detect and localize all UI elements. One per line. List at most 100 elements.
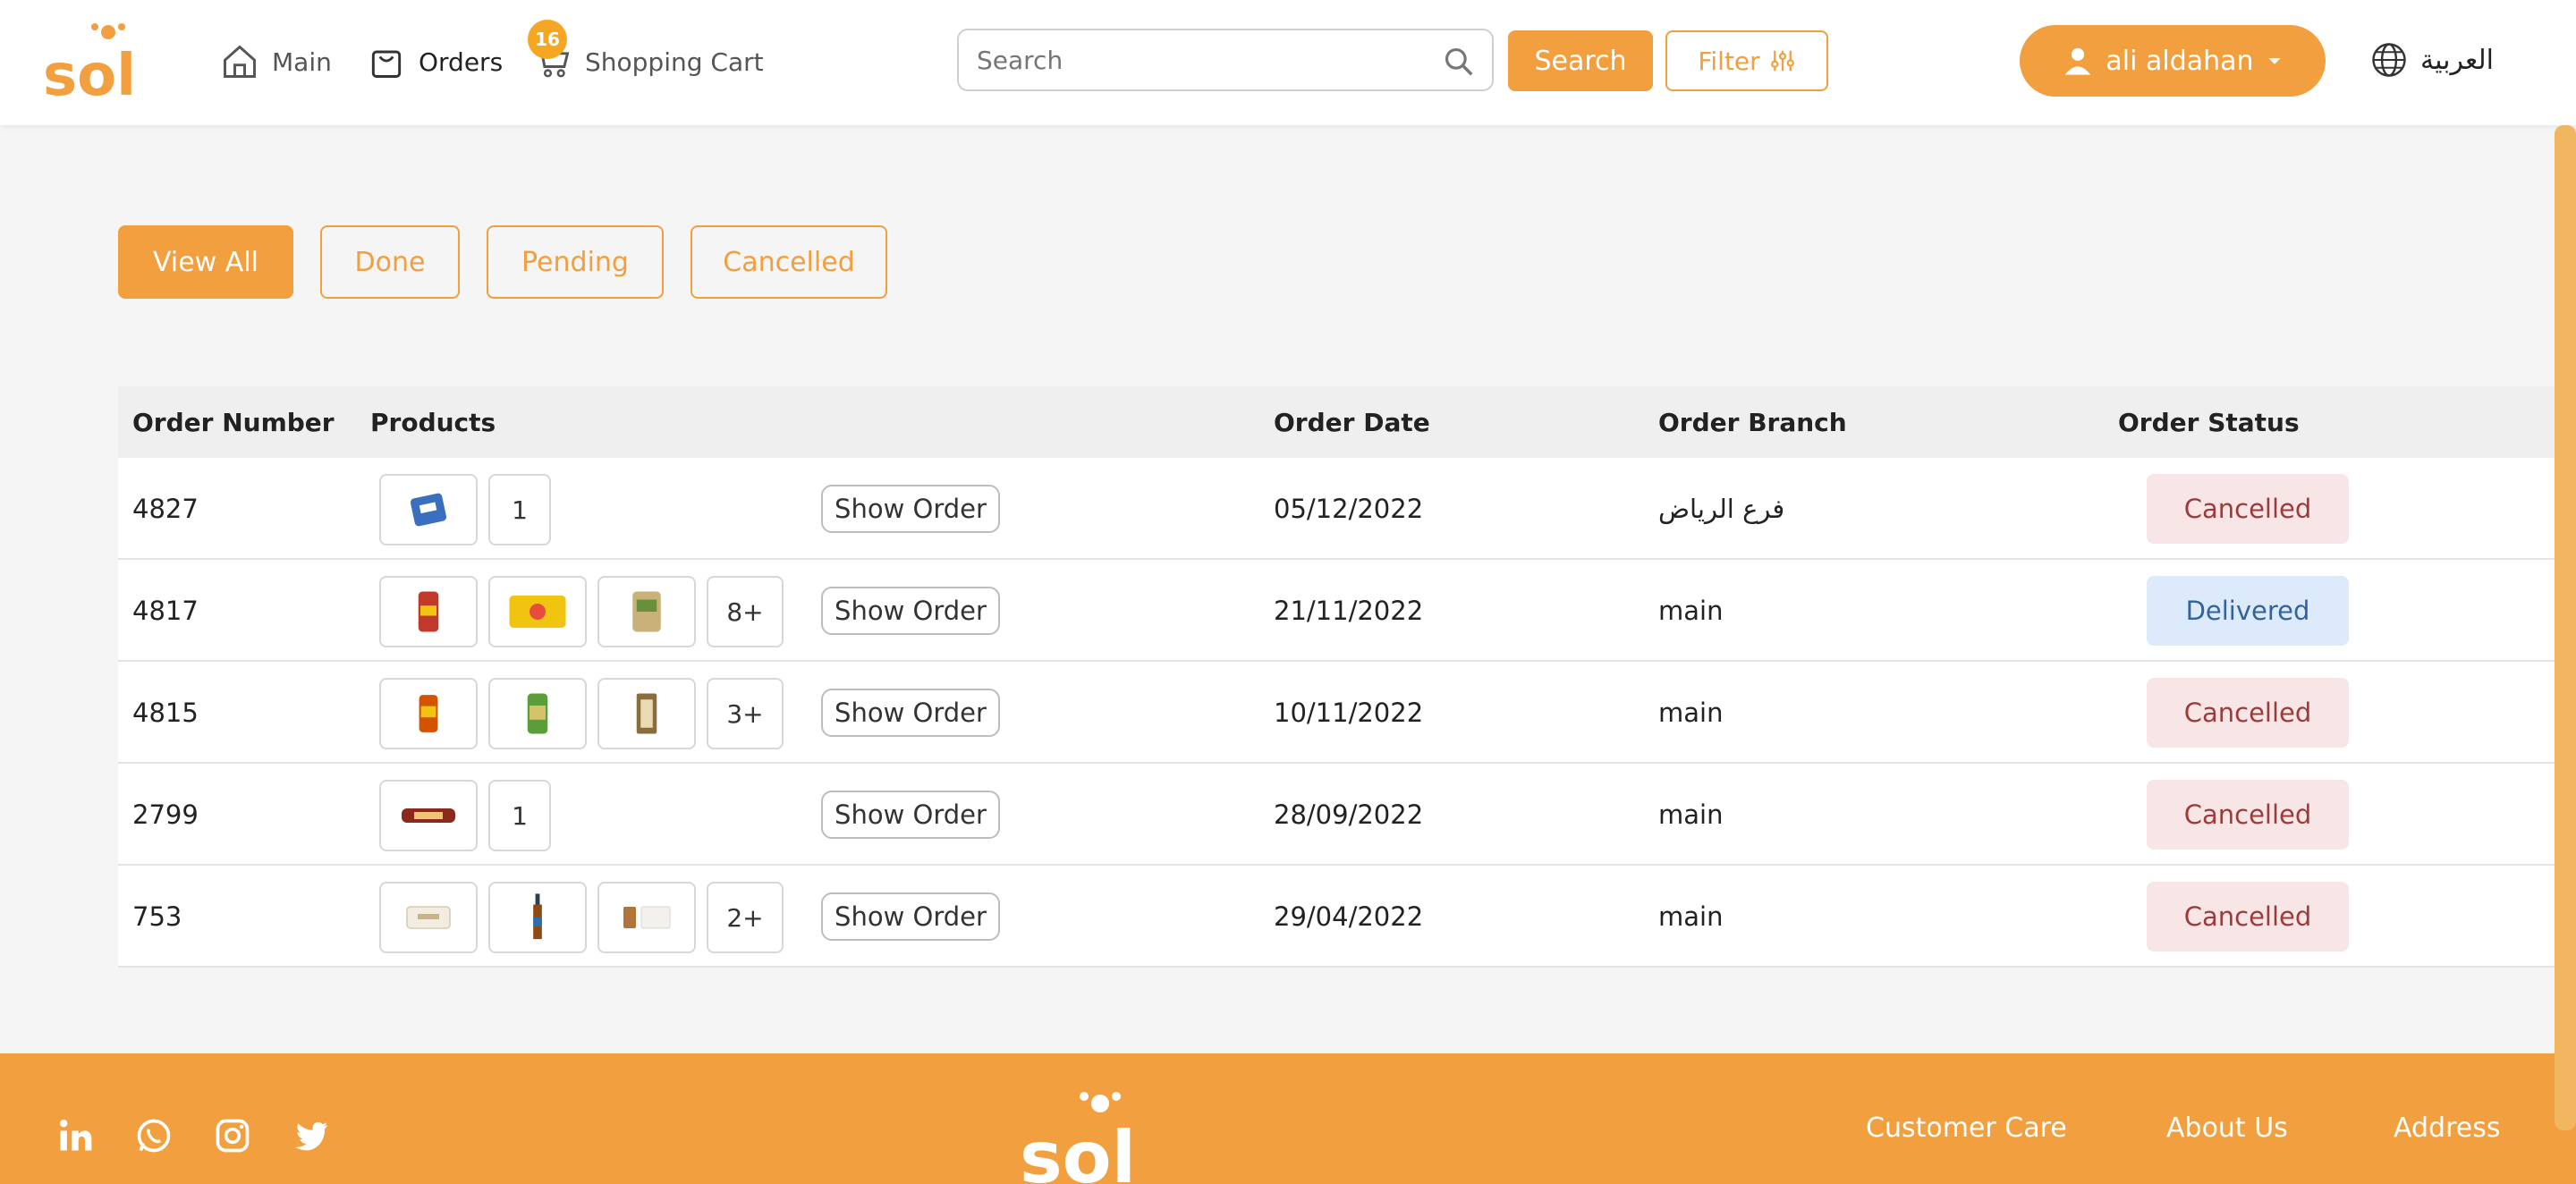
- whatsapp-icon[interactable]: [134, 1116, 174, 1155]
- footer-link-customer-care[interactable]: Customer Care: [1866, 1112, 2067, 1144]
- table-row: 2799 1 Show Order 28/09/2022 main Cancel…: [118, 764, 2576, 866]
- caret-down-icon: [2267, 58, 2281, 64]
- order-number: 4815: [132, 698, 199, 728]
- order-number: 4817: [132, 596, 199, 626]
- language-label: العربية: [2420, 44, 2494, 76]
- product-thumbnail[interactable]: [488, 882, 587, 953]
- order-branch: main: [1658, 698, 1724, 728]
- product-count[interactable]: 1: [488, 474, 551, 545]
- col-order-number: Order Number: [132, 408, 335, 437]
- product-image: [632, 591, 661, 632]
- status-badge: Cancelled: [2147, 474, 2349, 544]
- globe-icon: [2372, 43, 2406, 77]
- order-number: 2799: [132, 799, 199, 830]
- product-thumbnail[interactable]: [379, 576, 478, 647]
- nav-main[interactable]: Main: [220, 39, 332, 84]
- product-image: [623, 906, 671, 929]
- product-thumbnail[interactable]: [379, 678, 478, 749]
- status-badge: Cancelled: [2147, 882, 2349, 951]
- product-thumbnail[interactable]: [488, 576, 587, 647]
- status-badge: Cancelled: [2147, 678, 2349, 748]
- svg-text:sol: sol: [43, 43, 136, 106]
- cart-count-badge: 16: [528, 20, 567, 59]
- more-products-count[interactable]: 8+: [707, 576, 784, 647]
- tab-done[interactable]: Done: [320, 225, 460, 299]
- search-icon[interactable]: [1442, 45, 1476, 79]
- nav-orders-label: Orders: [419, 47, 504, 77]
- filter-label: Filter: [1698, 46, 1760, 76]
- product-count[interactable]: 1: [488, 780, 551, 851]
- search-input[interactable]: [959, 45, 1424, 75]
- bag-icon: [371, 50, 402, 78]
- order-date: 21/11/2022: [1274, 596, 1424, 626]
- product-image: [406, 906, 451, 929]
- sol-logo[interactable]: sol: [41, 16, 175, 106]
- language-switch[interactable]: العربية: [2370, 38, 2494, 82]
- search-button[interactable]: Search: [1508, 30, 1653, 91]
- product-thumbnail[interactable]: [597, 576, 696, 647]
- user-icon: [2065, 47, 2091, 75]
- order-number: 753: [132, 901, 182, 932]
- footer-link-about-us[interactable]: About Us: [2166, 1112, 2288, 1144]
- col-order-branch: Order Branch: [1658, 408, 1847, 437]
- sliders-icon: [1770, 50, 1794, 72]
- product-thumbnail[interactable]: [379, 780, 478, 851]
- nav-orders[interactable]: Orders: [367, 39, 503, 84]
- tab-pending[interactable]: Pending: [487, 225, 664, 299]
- order-date: 10/11/2022: [1274, 698, 1424, 728]
- product-image: [419, 695, 438, 732]
- tab-view-all[interactable]: View All: [118, 225, 293, 299]
- twitter-icon[interactable]: [292, 1116, 331, 1155]
- product-thumbnail[interactable]: [379, 474, 478, 545]
- svg-text:sol: sol: [1020, 1116, 1136, 1184]
- show-order-button[interactable]: Show Order: [821, 485, 1000, 533]
- order-branch: main: [1658, 596, 1724, 626]
- footer-logo[interactable]: sol: [1014, 1084, 1184, 1184]
- product-thumbnail[interactable]: [597, 678, 696, 749]
- linkedin-icon[interactable]: [55, 1116, 95, 1155]
- more-products-count[interactable]: 2+: [707, 882, 784, 953]
- user-menu-button[interactable]: ali aldahan: [2020, 25, 2326, 97]
- order-branch: main: [1658, 799, 1724, 830]
- product-image: [402, 808, 455, 823]
- order-date: 05/12/2022: [1274, 494, 1424, 524]
- order-date: 29/04/2022: [1274, 901, 1424, 932]
- product-image: [636, 693, 657, 734]
- product-image: [527, 693, 548, 734]
- order-date: 28/09/2022: [1274, 799, 1424, 830]
- product-image: [509, 596, 566, 628]
- instagram-icon[interactable]: [213, 1116, 252, 1155]
- site-footer: sol Customer Care About Us Address: [0, 1053, 2576, 1184]
- footer-link-address[interactable]: Address: [2394, 1112, 2500, 1144]
- top-header: sol Main Orders Shopping Cart 16 Search …: [0, 0, 2576, 125]
- product-image: [410, 493, 447, 527]
- status-badge: Cancelled: [2147, 780, 2349, 850]
- order-branch: main: [1658, 901, 1724, 932]
- more-products-count[interactable]: 3+: [707, 678, 784, 749]
- product-thumbnail[interactable]: [488, 678, 587, 749]
- col-products: Products: [370, 408, 496, 437]
- nav-cart-label: Shopping Cart: [585, 47, 764, 77]
- filter-button[interactable]: Filter: [1665, 30, 1828, 91]
- col-order-date: Order Date: [1274, 408, 1430, 437]
- page-scrollbar[interactable]: [2555, 125, 2576, 1130]
- show-order-button[interactable]: Show Order: [821, 689, 1000, 737]
- table-row: 4827 1 Show Order 05/12/2022 فرع الرياض …: [118, 458, 2576, 560]
- tab-cancelled[interactable]: Cancelled: [691, 225, 887, 299]
- show-order-button[interactable]: Show Order: [821, 892, 1000, 941]
- product-thumbnail[interactable]: [597, 882, 696, 953]
- table-row: 4815 3+ Show Order 10/11/2022 main Cance…: [118, 662, 2576, 764]
- table-header: Order Number Products Order Date Order B…: [118, 386, 2576, 458]
- table-row: 4817 8+ Show Order 21/11/2022 main Deliv…: [118, 560, 2576, 662]
- search-box: [957, 29, 1494, 91]
- product-thumbnail[interactable]: [379, 882, 478, 953]
- show-order-button[interactable]: Show Order: [821, 587, 1000, 635]
- product-image: [418, 591, 439, 632]
- home-icon: [224, 45, 256, 78]
- col-order-status: Order Status: [2118, 408, 2300, 437]
- nav-cart[interactable]: Shopping Cart: [533, 39, 764, 84]
- order-number: 4827: [132, 494, 199, 524]
- user-name: ali aldahan: [2106, 45, 2254, 77]
- show-order-button[interactable]: Show Order: [821, 791, 1000, 839]
- table-row: 753 2+ Show Order 29/04/2022 main Cancel…: [118, 866, 2576, 968]
